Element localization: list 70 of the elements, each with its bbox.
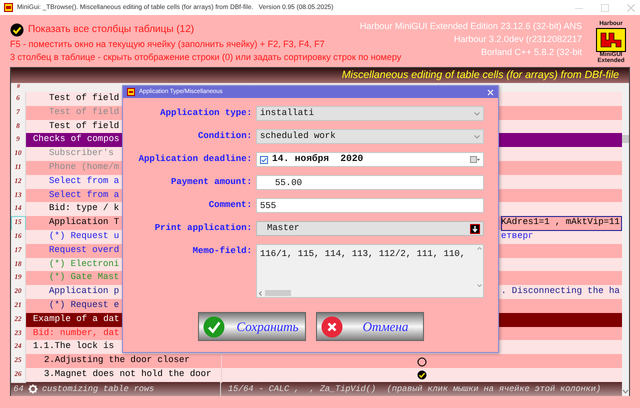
- table-cell: Select from a: [49, 176, 120, 186]
- memo-field[interactable]: 116/1, 115, 114, 113, 112/2, 111, 110,: [256, 244, 484, 298]
- scroll-left-icon[interactable]: [259, 290, 262, 296]
- table-title: Miscellaneous editing of table cells (for arrays) from DBf-file: [11, 68, 629, 83]
- table-cell: Subscriber's: [49, 148, 114, 158]
- table-cell: (*) Request e: [49, 300, 120, 310]
- row-count: 64: [12, 382, 25, 396]
- input-field[interactable]: 55.00: [256, 175, 484, 190]
- maximize-icon[interactable]: [600, 2, 610, 12]
- hint-text: 3 столбец в таблице - скрыть отображение строки (0) или задать сортировку строк по номеру: [10, 50, 402, 63]
- calendar-icon[interactable]: [470, 156, 480, 163]
- table-cell-text: . Disconnecting the ha: [501, 285, 621, 298]
- table-cell: Bid: number, dat: [33, 328, 120, 338]
- arrow-down-icon[interactable]: [470, 224, 480, 234]
- hint-text: (правый клик мышки на ячейке этой колонки): [386, 382, 601, 396]
- field-label: Application deadline:: [138, 153, 252, 166]
- logo-icon: [596, 28, 626, 52]
- version-text: Borland C++ 5.8.2 (32-bit: [480, 46, 582, 59]
- table-cell: Test of field: [49, 106, 120, 117]
- table-cell: Phone (home/m: [49, 162, 120, 172]
- hint-text: F5 - поместить окно на текущую ячейку (заполнить ячейку) + F2, F3, F4, F7: [10, 38, 326, 50]
- dropdown-button[interactable]: Master: [256, 221, 484, 236]
- table-cell: 2.Adjusting the door closer: [44, 355, 190, 366]
- scroll-down-icon[interactable]: [622, 388, 629, 394]
- version-text: Harbour 3.2.0dev (r2312082217: [454, 33, 582, 46]
- table-cell-text: етверг: [501, 230, 534, 243]
- check-icon: [202, 316, 224, 338]
- cancel-button[interactable]: Отмена: [316, 312, 424, 341]
- dropdown[interactable]: scheduled work: [256, 129, 484, 144]
- field-label: Print application:: [154, 222, 252, 235]
- table-cell: Example of a dat: [33, 314, 120, 324]
- field-label: Payment amount:: [170, 176, 252, 189]
- table-cell: Test of field: [49, 120, 120, 131]
- version-text: Harbour MiniGUI Extended Edition 23.12.6 (32-bit) ANS: [360, 20, 582, 33]
- table-cell: (*) Electroni: [49, 258, 120, 269]
- chevron-down-icon: [474, 134, 480, 138]
- save-button[interactable]: Сохранить: [198, 312, 306, 341]
- table-cell: 3.Magnet does not hold the door: [44, 368, 212, 379]
- x-circle-icon: [320, 316, 342, 338]
- scrollbar[interactable]: [622, 83, 629, 396]
- scrollbar-thumb[interactable]: [622, 135, 629, 143]
- option-label: Показать все столбцы таблицы (12): [28, 24, 194, 36]
- table-cell: Test of field: [49, 93, 120, 103]
- checkbox[interactable]: [260, 156, 268, 164]
- gear-icon: [28, 384, 38, 394]
- dropdown[interactable]: installati: [256, 106, 484, 121]
- scroll-down-icon[interactable]: [476, 284, 482, 287]
- table-cell: KAdres1=1 , mAktVip=11: [501, 216, 622, 231]
- table-cell: Bid: type / k: [49, 203, 120, 214]
- input-field[interactable]: 555: [256, 198, 484, 213]
- status-text: 15/64 - CALC , , Za_TipVid(): [228, 382, 376, 396]
- table-cell: Select from a: [49, 190, 120, 200]
- table-cell: Application p: [49, 286, 120, 296]
- table-cell: Application T: [49, 217, 120, 228]
- table-cell: Checks of compos: [33, 134, 120, 144]
- scrollbar-thumb[interactable]: [265, 290, 291, 296]
- table-cell: (*) Gate Mast: [49, 272, 120, 282]
- app-icon: [4, 3, 13, 12]
- scroll-up-icon[interactable]: [476, 247, 482, 250]
- table-cell: (*) Request u: [49, 230, 120, 241]
- app-icon: [127, 88, 135, 96]
- table-cell: 1.1.The lock is: [33, 341, 114, 352]
- footer-text: customizing table rows: [42, 382, 154, 396]
- field-label: Condition:: [196, 130, 252, 143]
- chevron-down-icon: [474, 112, 480, 116]
- date-picker[interactable]: 14. ноября 2020: [256, 152, 484, 167]
- table-cell: Request overd: [49, 244, 120, 255]
- field-label: Memo-field:: [192, 245, 252, 258]
- field-label: Comment:: [208, 199, 252, 212]
- field-label: Application type:: [159, 107, 252, 120]
